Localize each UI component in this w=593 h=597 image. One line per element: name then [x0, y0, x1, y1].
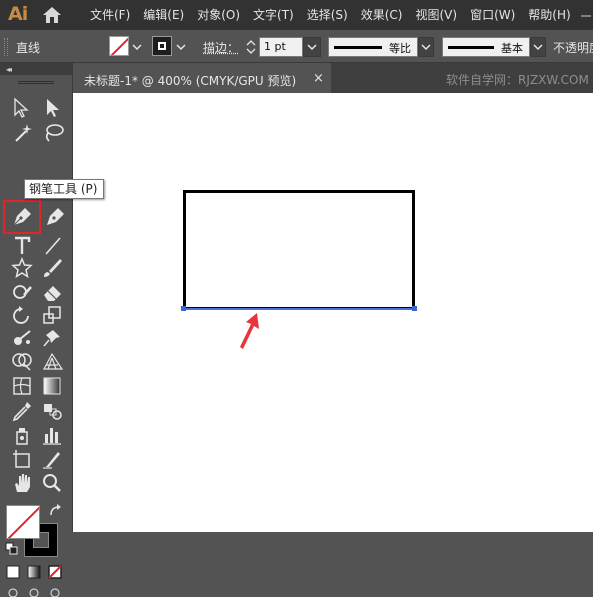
- anchor-point-left[interactable]: [181, 306, 186, 311]
- paintbrush-icon[interactable]: [40, 257, 66, 279]
- brush-definition[interactable]: 基本: [442, 37, 530, 57]
- menu-view[interactable]: 视图(V): [415, 6, 457, 23]
- shape-builder-icon[interactable]: [10, 350, 36, 372]
- color-mode-icon[interactable]: [6, 565, 22, 581]
- menu-file[interactable]: 文件(F): [90, 6, 130, 23]
- stroke-swatch[interactable]: [152, 36, 172, 56]
- red-arrow-icon: [235, 311, 265, 351]
- artboard-icon[interactable]: [10, 448, 36, 470]
- line-segment-icon[interactable]: [40, 235, 66, 257]
- rectangle-shape[interactable]: [183, 190, 415, 310]
- gradient-icon[interactable]: [40, 375, 66, 397]
- stroke-weight-stepper[interactable]: [244, 37, 258, 57]
- mesh-icon[interactable]: [10, 375, 36, 397]
- menu-select[interactable]: 选择(S): [307, 6, 348, 23]
- rotate-icon[interactable]: [10, 304, 36, 326]
- brush-label: 基本: [501, 40, 523, 56]
- menu-items: 文件(F) 编辑(E) 对象(O) 文字(T) 选择(S) 效果(C) 视图(V…: [90, 6, 571, 23]
- control-bar-grip[interactable]: [4, 38, 8, 56]
- menu-edit[interactable]: 编辑(E): [143, 6, 184, 23]
- fill-swatch[interactable]: [109, 36, 129, 56]
- curvature-icon[interactable]: [42, 205, 68, 227]
- brush-preview-line: [448, 46, 494, 49]
- lasso-icon[interactable]: [40, 121, 66, 143]
- stroke-weight-dropdown[interactable]: [303, 37, 321, 57]
- swap-fill-stroke-icon[interactable]: [48, 503, 64, 519]
- watermark-text: 软件自学网：RJZXW.COM: [446, 71, 589, 88]
- pen-tool-tooltip: 钢笔工具 (P): [24, 179, 104, 199]
- eyedropper-icon[interactable]: [10, 400, 36, 422]
- menu-type[interactable]: 文字(T): [253, 6, 294, 23]
- fill-color-swatch[interactable]: [6, 505, 40, 539]
- app-logo: Ai: [8, 3, 27, 25]
- perspective-grid-icon[interactable]: [40, 350, 66, 372]
- selected-bottom-segment[interactable]: [183, 308, 415, 310]
- document-tab-bar: 未标题-1* @ 400% (CMYK/GPU 预览) × 软件自学网：RJZX…: [73, 63, 593, 93]
- pin-icon[interactable]: [40, 327, 66, 349]
- control-bar: 直线 描边： 1 pt 等比 基本 不透明度: [0, 30, 593, 63]
- stroke-swatch-inner: [158, 42, 166, 50]
- menu-object[interactable]: 对象(O): [197, 6, 240, 23]
- brush-dropdown[interactable]: [530, 37, 546, 57]
- menu-bar: Ai 文件(F) 编辑(E) 对象(O) 文字(T) 选择(S) 效果(C) 视…: [0, 0, 593, 30]
- document-tab-title: 未标题-1* @ 400% (CMYK/GPU 预览): [84, 72, 296, 89]
- stroke-dropdown-icon[interactable]: [174, 37, 188, 57]
- type-icon[interactable]: [10, 235, 36, 257]
- variable-width-profile[interactable]: 等比: [328, 37, 418, 57]
- puppet-warp-icon[interactable]: [10, 327, 36, 349]
- stroke-label[interactable]: 描边：: [203, 39, 239, 56]
- home-icon[interactable]: [42, 6, 62, 24]
- minimize-icon[interactable]: [579, 8, 593, 22]
- stroke-weight-input[interactable]: 1 pt: [259, 37, 303, 57]
- pen-icon[interactable]: [9, 205, 35, 227]
- tools-panel: ◂◂: [0, 63, 73, 532]
- draw-behind-icon[interactable]: [27, 587, 43, 597]
- profile-dropdown[interactable]: [418, 37, 434, 57]
- collapse-icon[interactable]: ◂◂: [6, 65, 10, 74]
- magic-wand-icon[interactable]: [10, 121, 36, 143]
- opacity-label[interactable]: 不透明度: [553, 39, 593, 56]
- symbol-sprayer-icon[interactable]: [10, 424, 36, 446]
- fill-dropdown-icon[interactable]: [130, 37, 144, 57]
- document-tab[interactable]: 未标题-1* @ 400% (CMYK/GPU 预览) ×: [73, 63, 331, 93]
- artboard-canvas[interactable]: [73, 93, 593, 532]
- menu-effect[interactable]: 效果(C): [361, 6, 403, 23]
- zoom-icon[interactable]: [40, 472, 66, 494]
- blend-icon[interactable]: [40, 400, 66, 422]
- default-colors-icon[interactable]: [4, 541, 20, 557]
- gradient-mode-icon[interactable]: [27, 565, 43, 581]
- menu-window[interactable]: 窗口(W): [470, 6, 515, 23]
- profile-label: 等比: [389, 40, 411, 56]
- column-graph-icon[interactable]: [40, 424, 66, 446]
- scale-icon[interactable]: [40, 304, 66, 326]
- menu-help[interactable]: 帮助(H): [528, 6, 570, 23]
- star-icon[interactable]: [10, 257, 36, 279]
- slice-icon[interactable]: [40, 448, 66, 470]
- none-mode-icon[interactable]: [48, 565, 64, 581]
- close-icon[interactable]: ×: [313, 71, 324, 86]
- path-type-label: 直线: [16, 39, 40, 56]
- hand-icon[interactable]: [10, 472, 36, 494]
- fill-stroke-area: [0, 503, 72, 595]
- tools-panel-header: ◂◂: [0, 63, 72, 75]
- selection-icon[interactable]: [40, 97, 66, 119]
- tools-panel-grip[interactable]: [18, 81, 54, 84]
- draw-normal-icon[interactable]: [6, 587, 22, 597]
- shaper-icon[interactable]: [10, 281, 36, 303]
- profile-preview-line: [334, 46, 382, 49]
- anchor-point-right[interactable]: [412, 306, 417, 311]
- eraser-icon[interactable]: [40, 281, 66, 303]
- draw-inside-icon[interactable]: [48, 587, 64, 597]
- direct-selection-icon[interactable]: [10, 97, 36, 119]
